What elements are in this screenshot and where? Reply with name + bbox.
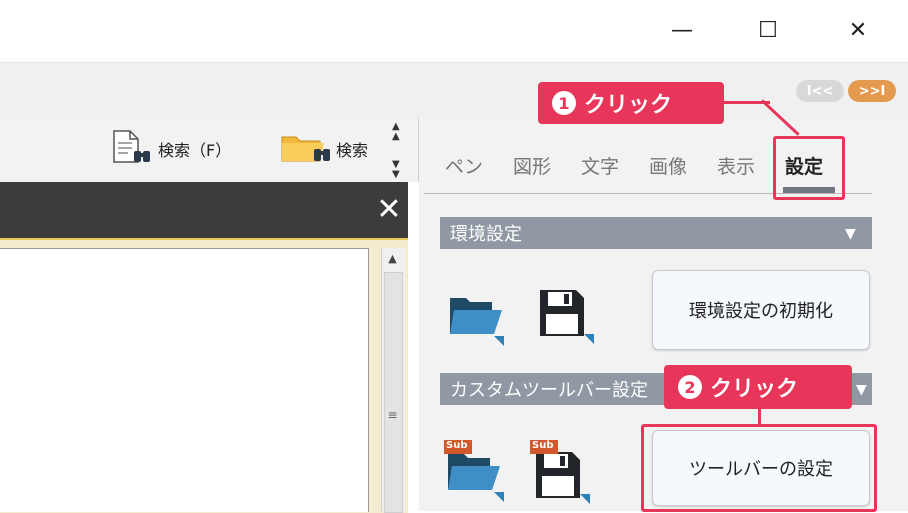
callout-step-1: 1 クリック: [538, 82, 724, 124]
tab-image[interactable]: 画像: [634, 152, 702, 179]
search-folder-label: 検索: [336, 141, 369, 160]
callout-1-number: 1: [552, 91, 576, 115]
search-folder-button[interactable]: 検索: [280, 132, 368, 166]
callout-step-2: 2 クリック: [664, 365, 852, 409]
tab-text[interactable]: 文字: [566, 152, 634, 179]
folder-search-icon: [280, 129, 332, 169]
panel-header: [0, 182, 408, 238]
section-env-caret-icon[interactable]: ▼: [845, 226, 856, 242]
sub-badge: Sub: [446, 440, 468, 451]
minimize-button[interactable]: —: [662, 12, 702, 48]
section-env-title: 環境設定: [450, 224, 522, 245]
scroll-thumb[interactable]: [384, 272, 403, 513]
scroll-grip-icon: ≡: [387, 408, 398, 422]
callout-2-text: クリック: [710, 377, 799, 402]
sub-badge: Sub: [532, 440, 554, 451]
section-toolbar-caret-icon[interactable]: ▼: [856, 382, 867, 398]
callout-2-number: 2: [678, 375, 702, 399]
pager-next-button[interactable]: >>I: [848, 80, 896, 102]
document-search-icon: [110, 129, 154, 169]
folder-open-icon[interactable]: [446, 290, 508, 348]
callout-1-text: クリック: [584, 93, 673, 118]
reset-env-settings-button[interactable]: 環境設定の初期化: [652, 270, 870, 350]
pager-prev-button[interactable]: I<<: [796, 80, 844, 102]
tab-pen[interactable]: ペン: [430, 152, 498, 179]
tab-view[interactable]: 表示: [702, 152, 770, 179]
save-disk-icon[interactable]: [536, 288, 598, 346]
highlight-toolbar-settings-button: [641, 424, 877, 512]
document-page[interactable]: [0, 248, 369, 512]
panel-close-button[interactable]: ✕: [372, 188, 406, 230]
search-button[interactable]: 検索（F）: [110, 129, 232, 169]
section-env-header[interactable]: 環境設定: [440, 217, 872, 249]
collapse-down-icon[interactable]: ▼ ▼: [392, 160, 400, 180]
scroll-up-arrow-icon[interactable]: ▲: [381, 248, 404, 268]
tab-shape[interactable]: 図形: [498, 152, 566, 179]
search-label: 検索（F）: [158, 141, 232, 160]
highlight-settings-tab: [773, 136, 845, 200]
section-toolbar-title: カスタムツールバー設定: [450, 380, 648, 401]
maximize-button[interactable]: ☐: [748, 12, 788, 48]
collapse-up-icon[interactable]: ▲ ▲: [392, 122, 400, 142]
close-button[interactable]: ✕: [838, 12, 878, 48]
